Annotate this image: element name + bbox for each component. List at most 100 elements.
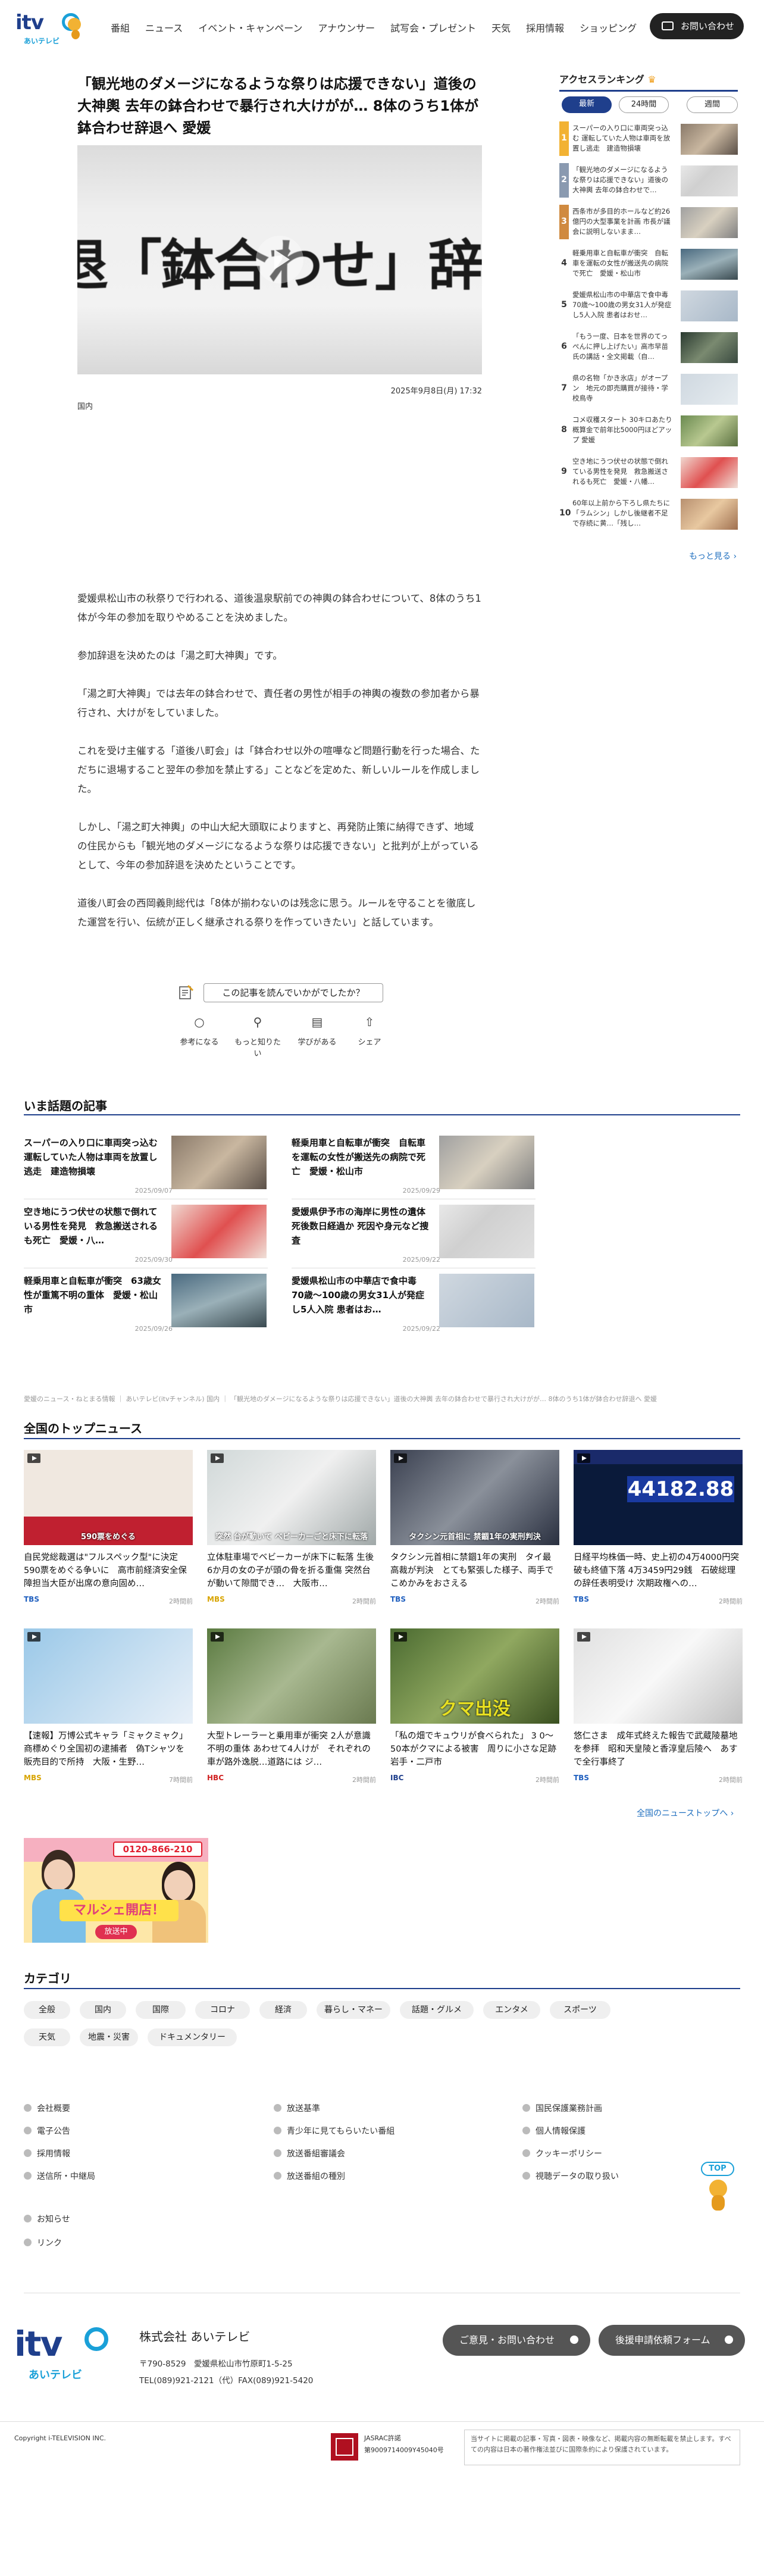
trending-item[interactable]: 空き地にうつ伏せの状態で倒れている男性を発見 救急搬送されるも死亡 愛媛・八… 2… (24, 1205, 268, 1265)
footer-logo[interactable]: itv あいテレビ (14, 2324, 108, 2383)
nav-item-news[interactable]: ニュース (145, 23, 183, 34)
ranking-item[interactable]: 8 コメ収穫スタート 30キロあたり概算金で前年比5000円ほどアップ 愛媛 (559, 413, 738, 448)
article-title: 「観光地のダメージになるような祭りは応援できない」道後の大神輿 去年の鉢合わせで… (77, 76, 479, 136)
article-video[interactable]: 退「鉢合わせ」辞退に (77, 145, 482, 374)
presenter-1-face (44, 1859, 73, 1890)
news-date: 2時間前 (536, 1776, 559, 1784)
video-play-icon (577, 1453, 590, 1463)
footer-link[interactable]: 国民保護業務計画 (522, 2102, 602, 2114)
ranking-item[interactable]: 2 「観光地のダメージになるような祭りは応援できない」道後の大神輿 去年の鉢合わせ… (559, 163, 738, 198)
footer-link[interactable]: 視聴データの取り扱い (522, 2170, 619, 2182)
breadcrumb[interactable]: 愛媛のニュース・ねとまる情報 ｜ あいテレビ(itvチャンネル) 国内 ｜ 「観… (24, 1394, 740, 1403)
national-more-link[interactable]: 全国のニューストップへ › (637, 1807, 734, 1819)
video-play-icon (394, 1453, 407, 1463)
category-chip[interactable]: 国内 (80, 2001, 126, 2019)
national-news-card[interactable]: クマ出没 「私の畑でキュウリが食べられた」 3 0～50本がクマによる被害 周りに… (390, 1628, 559, 1789)
company-tel: TEL(089)921-2121（代）FAX(089)921-5420 (139, 2376, 314, 2386)
feedback-more[interactable]: ⚲ もっと知りたい (231, 1014, 284, 1058)
national-news-card[interactable]: 590票をめぐる 自民党総裁選は"フルスペック型"に決定 590票をめぐる争いに … (24, 1450, 193, 1611)
ranking-item[interactable]: 1 スーパーの入り口に車両突っ込む 運転していた人物は車両を放置し逃走 建造物損壊 (559, 121, 738, 156)
national-news-card[interactable]: タクシン元首相に 禁錮1年の実刑判決 タクシン元首相に禁錮1年の実刑 タイ最高裁が… (390, 1450, 559, 1611)
tab-weekly[interactable]: 週間 (687, 96, 738, 113)
footer-link[interactable]: リンク (24, 2237, 62, 2249)
video-play-icon (577, 1632, 590, 1642)
national-news-card[interactable]: 44182.88 日経平均株価一時、史上初の4万4000円突破も終値下落 4万34… (574, 1450, 743, 1611)
national-news-card[interactable]: 悠仁さま 成年式終えた報告で武蔵陵墓地を参拝 昭和天皇陵と香淳皇后陵へ あすで全… (574, 1628, 743, 1789)
trending-thumbnail (439, 1136, 534, 1189)
national-news-thumbnail: 突然 台が動いて ベビーカーごと床下に転落 (207, 1450, 376, 1545)
footer-link[interactable]: 放送番組の種別 (274, 2170, 345, 2182)
category-chip[interactable]: 地震・災害 (80, 2028, 138, 2046)
footer-link[interactable]: クッキーポリシー (522, 2147, 602, 2159)
shopping-banner[interactable]: 0120-866-210 マルシェ開店！ 放送中 (24, 1838, 208, 1943)
news-date: 2時間前 (169, 1598, 193, 1605)
trending-item[interactable]: 軽乗用車と自転車が衝突 自転車を運転の女性が搬送先の病院で死亡 愛媛・松山市 20… (292, 1136, 536, 1196)
footer-link[interactable]: 電子公告 (24, 2125, 70, 2137)
ranking-item[interactable]: 5 愛媛県松山市の中華店で食中毒 70歳～100歳の男女31人が発症し5人入院 患… (559, 288, 738, 323)
category-chip[interactable]: 天気 (24, 2028, 70, 2046)
feedback-contact-button[interactable]: ご意見・お問い合わせ (443, 2325, 590, 2356)
feedback-learn[interactable]: ▤ 学びがある (290, 1014, 344, 1047)
category-chip[interactable]: ドキュメンタリー (148, 2028, 237, 2046)
nav-item-weather[interactable]: 天気 (491, 23, 511, 34)
national-news-text: 【速報】万博公式キャラ「ミャクミャク」商標めぐり全国初の逮捕者 偽Tシャツを販売… (24, 1731, 188, 1767)
footer-link[interactable]: 放送番組審議会 (274, 2147, 345, 2159)
nav-item-events[interactable]: イベント・キャンペーン (198, 23, 302, 34)
category-chip[interactable]: 暮らし・マネー (317, 2001, 390, 2019)
footer-link[interactable]: 会社概要 (24, 2102, 70, 2114)
ranking-item[interactable]: 4 軽乗用車と自転車が衝突 自転車を運転の女性が搬送先の病院で死亡 愛媛・松山市 (559, 246, 738, 281)
trending-date: 2025/09/07 (134, 1187, 173, 1195)
category-chip[interactable]: 全般 (24, 2001, 70, 2019)
category-chip[interactable]: エンタメ (483, 2001, 540, 2019)
nav-item-announcers[interactable]: アナウンサー (318, 23, 375, 34)
ranking-text: スーパーの入り口に車両突っ込む 運転していた人物は車両を放置し逃走 建造物損壊 (572, 124, 671, 152)
ranking-more-link[interactable]: もっと見る › (689, 550, 737, 562)
ranking-item[interactable]: 7 県の名物「かき氷店」がオープン 地元の即売購買が接待・学校鳥寺 (559, 371, 738, 406)
footer-link[interactable]: 送信所・中継局 (24, 2170, 95, 2182)
ranking-item[interactable]: 10 60年以上前から下ろし県たちに「ラムシン」しかし後継者不足で存続に黄…「残し… (559, 496, 738, 531)
global-nav: 番組 ニュース イベント・キャンペーン アナウンサー 試写会・プレゼント 天気 採用情報 ショ… (111, 20, 652, 35)
footer-link[interactable]: お知らせ (24, 2213, 70, 2225)
trending-item[interactable]: スーパーの入り口に車両突っ込む 運転していた人物は車両を放置し逃走 建造物損壊 2… (24, 1136, 268, 1196)
national-news-text: 悠仁さま 成年式終えた報告で武蔵陵墓地を参拝 昭和天皇陵と香淳皇后陵へ あすで全… (574, 1731, 738, 1767)
feedback-helpful[interactable]: ○ 参考になる (173, 1014, 226, 1047)
ranking-thumbnail (681, 415, 738, 446)
itv-logo[interactable]: itv あいテレビ (15, 11, 81, 46)
ranking-item[interactable]: 9 空き地にうつ伏せの状態で倒れている男性を発見 救急搬送されるも死亡 愛媛・八幡… (559, 455, 738, 489)
footer-link[interactable]: 放送基準 (274, 2102, 320, 2114)
share-button[interactable]: ⇧ シェア (343, 1014, 396, 1047)
ranking-text: 60年以上前から下ろし県たちに「ラムシン」しかし後継者不足で存続に黄…「残し… (572, 499, 671, 527)
category-chip[interactable]: 経済 (259, 2001, 307, 2019)
article-category[interactable]: 国内 (77, 400, 93, 411)
tab-24h[interactable]: 24時間 (619, 96, 669, 113)
ranking-text: コメ収穫スタート 30キロあたり概算金で前年比5000円ほどアップ 愛媛 (572, 415, 672, 444)
nav-item-programs[interactable]: 番組 (111, 23, 130, 34)
national-news-thumbnail (207, 1628, 376, 1724)
trending-item[interactable]: 愛媛県松山市の中華店で食中毒 70歳～100歳の男女31人が発症し5人入院 患者… (292, 1274, 536, 1334)
category-chip[interactable]: 国際 (136, 2001, 186, 2019)
nav-item-presents[interactable]: 試写会・プレゼント (390, 23, 476, 34)
play-icon[interactable] (256, 236, 303, 283)
trending-item[interactable]: 軽乗用車と自転車が衝突 63歳女性が重篤不明の重体 愛媛・松山市 2025/09/… (24, 1274, 268, 1334)
page-top-button[interactable]: TOP (700, 2162, 735, 2212)
thumbnail-caption: タクシン元首相に 禁錮1年の実刑判決 (409, 1533, 541, 1542)
ranking-item[interactable]: 6 「もう一度、日本を世界のてっぺんに押し上げたい」高市早苗氏の講話・全文掲載（自… (559, 330, 738, 364)
tab-latest[interactable]: 最新 (562, 96, 612, 113)
national-news-card[interactable]: 【速報】万博公式キャラ「ミャクミャク」商標めぐり全国初の逮捕者 偽Tシャツを販売… (24, 1628, 193, 1789)
footer-link[interactable]: 個人情報保護 (522, 2125, 585, 2137)
national-news-card[interactable]: 大型トレーラーと乗用車が衝突 2人が意識不明の重体 あわせて4人けが それぞれの… (207, 1628, 376, 1789)
trending-item[interactable]: 愛媛県伊予市の海岸に男性の遺体 死後数日経過か 死因や身元など捜査 2025/09… (292, 1205, 536, 1265)
category-chip[interactable]: 話題・グルメ (400, 2001, 474, 2019)
category-chip[interactable]: スポーツ (550, 2001, 610, 2019)
nav-item-shopping[interactable]: ショッピング (580, 23, 637, 34)
footer-link[interactable]: 青少年に見てもらいたい番組 (274, 2125, 394, 2137)
article-paragraph: 道後八町会の西岡義則総代は「8体が揃わないのは残念に思う。ルールを守ることを徹底… (77, 898, 476, 928)
ranking-item[interactable]: 3 西条市が多目的ホールなど約26億円の大型事業を計画 市長が議会に説明しないまま… (559, 205, 738, 239)
contact-button[interactable]: お問い合わせ (650, 13, 744, 39)
ranking-number: 9 (561, 467, 567, 476)
national-news-card[interactable]: 突然 台が動いて ベビーカーごと床下に転落 立体駐車場でベビーカーが床下に転落 生… (207, 1450, 376, 1611)
category-chip[interactable]: コロナ (195, 2001, 250, 2019)
sponsorship-form-button[interactable]: 後援申請依頼フォーム (599, 2325, 745, 2356)
footer-link[interactable]: 採用情報 (24, 2147, 70, 2159)
nav-item-recruit[interactable]: 採用情報 (526, 23, 564, 34)
